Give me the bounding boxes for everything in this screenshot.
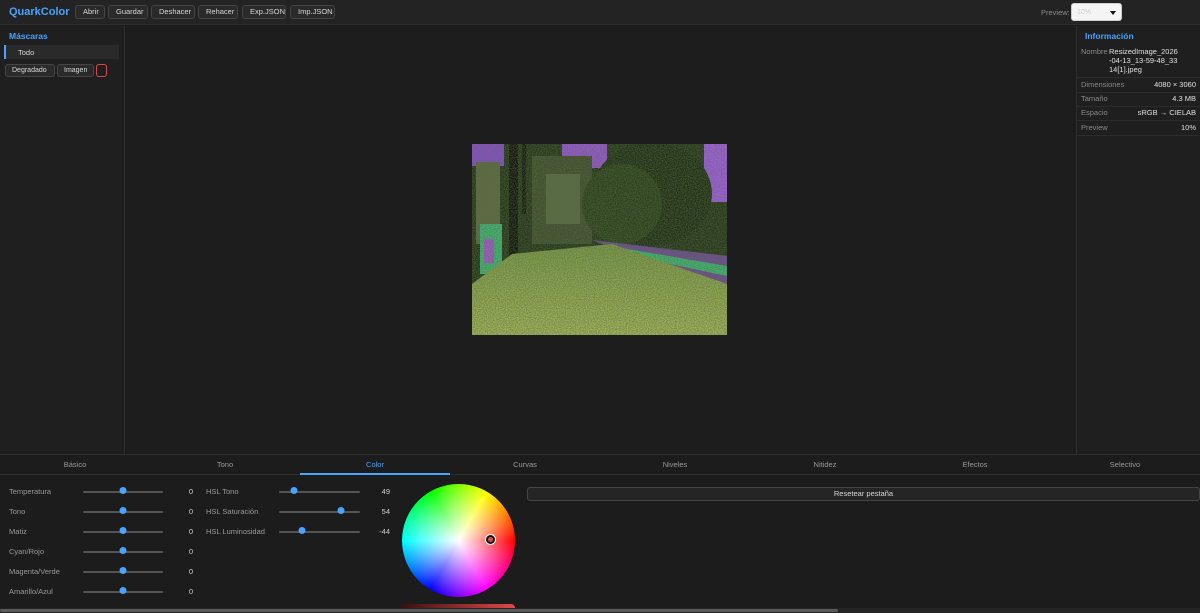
color-slider-label: Magenta/Verde bbox=[9, 567, 60, 576]
info-value-preview: 10% bbox=[1180, 123, 1196, 132]
preview-select-value: 10% bbox=[1077, 9, 1092, 16]
color-slider-row: Tono 0 bbox=[9, 505, 199, 517]
color-wheel[interactable] bbox=[402, 484, 515, 597]
info-value-name: ResizedImage_2026-04-13_13-59-48_3314[1]… bbox=[1109, 47, 1178, 74]
open-button[interactable]: Abrir bbox=[75, 5, 105, 19]
image-mask-button[interactable]: Imagen bbox=[57, 64, 94, 77]
divider bbox=[1077, 120, 1200, 121]
preview-select[interactable]: 10% bbox=[1071, 3, 1122, 21]
color-slider-thumb[interactable] bbox=[119, 587, 127, 594]
tab-curvas[interactable]: Curvas bbox=[450, 455, 600, 475]
info-key-space: Espacio bbox=[1081, 108, 1108, 117]
hsl-slider-thumb[interactable] bbox=[337, 507, 345, 514]
hsl-slider-value: 49 bbox=[381, 487, 390, 496]
hsl-slider-label: HSL Luminosidad bbox=[206, 527, 265, 536]
info-panel: Información Nombre ResizedImage_2026-04-… bbox=[1076, 26, 1200, 454]
color-controls: Temperatura 0 Tono 0 Matiz 0 Cyan/Rojo 0 Magenta… bbox=[0, 476, 1200, 613]
scrollbar-thumb[interactable] bbox=[0, 609, 838, 612]
color-slider-thumb[interactable] bbox=[119, 567, 127, 574]
color-slider-row: Cyan/Rojo 0 bbox=[9, 545, 199, 557]
info-value-dimensions: 4080 × 3060 bbox=[1154, 80, 1196, 89]
divider bbox=[1077, 77, 1200, 78]
tab-niveles[interactable]: Niveles bbox=[600, 455, 750, 475]
hsl-slider-label: HSL Saturación bbox=[206, 507, 259, 516]
color-slider-row: Amarillo/Azul 0 bbox=[9, 585, 199, 597]
divider bbox=[1077, 135, 1200, 136]
gradient-mask-button[interactable]: Degradado bbox=[5, 64, 55, 77]
color-slider-label: Amarillo/Azul bbox=[9, 587, 53, 596]
top-toolbar: QuarkColor Abrir Guardar Deshacer Rehace… bbox=[0, 0, 1200, 25]
masks-panel: Máscaras Todo Degradado Imagen bbox=[0, 26, 125, 454]
info-row-preview: Preview 10% bbox=[1081, 123, 1196, 133]
hsl-slider-track[interactable] bbox=[279, 511, 360, 513]
color-slider-value: 0 bbox=[188, 587, 193, 596]
info-row-name: Nombre ResizedImage_2026-04-13_13-59-48_… bbox=[1081, 47, 1196, 77]
app-brand: QuarkColor bbox=[9, 6, 70, 18]
divider bbox=[1077, 106, 1200, 107]
color-slider-value: 0 bbox=[188, 487, 193, 496]
color-slider-thumb[interactable] bbox=[119, 527, 127, 534]
color-slider-value: 0 bbox=[188, 567, 193, 576]
info-title: Información bbox=[1085, 31, 1134, 41]
tab-efectos[interactable]: Efectos bbox=[900, 455, 1050, 475]
hsl-slider-value: -44 bbox=[379, 527, 390, 536]
hsl-slider-thumb[interactable] bbox=[298, 527, 306, 534]
save-button[interactable]: Guardar bbox=[108, 5, 148, 19]
hsl-slider-row: HSL Luminosidad -44 bbox=[206, 525, 396, 537]
color-slider-label: Cyan/Rojo bbox=[9, 547, 45, 556]
hsl-slider-row: HSL Tono 49 bbox=[206, 485, 396, 497]
preview-image bbox=[472, 144, 727, 335]
info-row-dimensions: Dimensiones 4080 × 3060 bbox=[1081, 80, 1196, 90]
hsl-slider-label: HSL Tono bbox=[206, 487, 239, 496]
color-slider-thumb[interactable] bbox=[119, 547, 127, 554]
import-json-button[interactable]: Imp.JSON bbox=[290, 5, 335, 19]
undo-button[interactable]: Deshacer bbox=[151, 5, 195, 19]
color-slider-thumb[interactable] bbox=[119, 487, 127, 494]
tab-basico[interactable]: Básico bbox=[0, 455, 150, 475]
preview-label: Preview: bbox=[1041, 8, 1070, 17]
hsl-slider-row: HSL Saturación 54 bbox=[206, 505, 396, 517]
reset-tab-button[interactable]: Resetear pestaña bbox=[527, 487, 1200, 501]
color-slider-label: Temperatura bbox=[9, 487, 52, 496]
color-slider-value: 0 bbox=[188, 547, 193, 556]
hsl-slider-thumb[interactable] bbox=[290, 487, 298, 494]
tab-selectivo[interactable]: Selectivo bbox=[1050, 455, 1200, 475]
color-slider-row: Magenta/Verde 0 bbox=[9, 565, 199, 577]
color-slider-row: Temperatura 0 bbox=[9, 485, 199, 497]
hsl-slider-value: 54 bbox=[381, 507, 390, 516]
export-json-button[interactable]: Exp.JSON bbox=[242, 5, 286, 19]
adjustment-tabs: Básico Tono Color Curvas Niveles Nitidez… bbox=[0, 454, 1200, 475]
horizontal-scrollbar[interactable] bbox=[0, 608, 1200, 613]
mask-item-label: Todo bbox=[18, 48, 35, 57]
delete-mask-button[interactable] bbox=[96, 64, 107, 77]
info-key-size: Tamaño bbox=[1081, 94, 1108, 103]
color-slider-row: Matiz 0 bbox=[9, 525, 199, 537]
chevron-down-icon bbox=[1110, 11, 1116, 15]
color-slider-value: 0 bbox=[188, 507, 193, 516]
info-row-space: Espacio sRGB → CIELAB bbox=[1081, 108, 1196, 118]
divider bbox=[1077, 92, 1200, 93]
color-wheel-handle[interactable] bbox=[486, 535, 495, 544]
info-value-space: sRGB → CIELAB bbox=[1137, 108, 1196, 117]
mask-item-all[interactable]: Todo bbox=[4, 45, 119, 59]
redo-button[interactable]: Rehacer bbox=[198, 5, 238, 19]
info-key-preview: Preview bbox=[1081, 123, 1108, 132]
info-key-name: Nombre bbox=[1081, 47, 1108, 56]
image-canvas[interactable] bbox=[126, 26, 1075, 454]
color-slider-label: Tono bbox=[9, 507, 26, 516]
hsl-slider-track[interactable] bbox=[279, 531, 360, 533]
color-slider-label: Matiz bbox=[9, 527, 27, 536]
tab-nitidez[interactable]: Nitidez bbox=[750, 455, 900, 475]
color-slider-thumb[interactable] bbox=[119, 507, 127, 514]
info-value-size: 4.3 MB bbox=[1172, 94, 1196, 103]
tab-tono[interactable]: Tono bbox=[150, 455, 300, 475]
preview-image-graphic bbox=[472, 144, 727, 335]
info-key-dimensions: Dimensiones bbox=[1081, 80, 1125, 89]
masks-title: Máscaras bbox=[9, 31, 48, 41]
color-slider-value: 0 bbox=[188, 527, 193, 536]
tab-color[interactable]: Color bbox=[300, 455, 450, 475]
info-row-size: Tamaño 4.3 MB bbox=[1081, 94, 1196, 104]
